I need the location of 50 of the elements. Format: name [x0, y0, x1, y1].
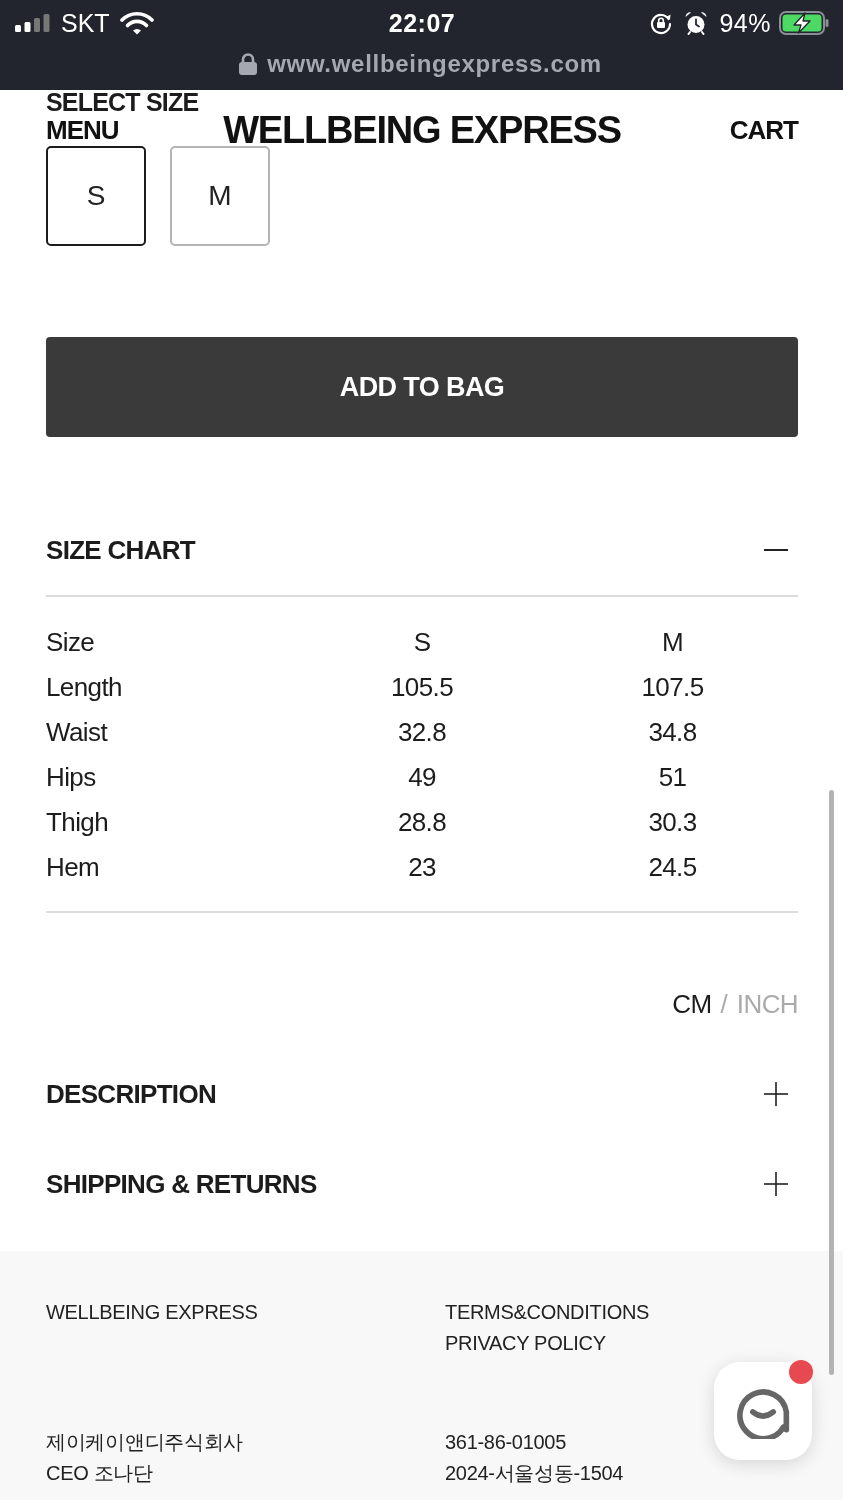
table-cell: 34.8 — [648, 715, 697, 748]
menu-button[interactable]: MENU — [46, 116, 119, 144]
footer-link[interactable]: TERMS&CONDITIONS — [445, 1297, 650, 1328]
unit-option[interactable]: CM — [672, 988, 712, 1020]
table-cell: 107.5 — [641, 670, 704, 703]
carrier-name: SKT — [61, 8, 110, 38]
chat-button[interactable] — [714, 1362, 812, 1460]
wifi-icon — [119, 11, 154, 35]
signal-icon — [15, 14, 51, 32]
table-cell: 32.8 — [397, 715, 447, 748]
table-cell: 105.5 — [390, 670, 454, 703]
size-option[interactable]: S — [46, 146, 146, 246]
footer-info-text: 2024-서울성동-1504 — [445, 1461, 624, 1486]
plus-icon[interactable] — [764, 1172, 788, 1196]
footer-link[interactable]: PRIVACY POLICY — [445, 1328, 606, 1359]
lock-icon — [239, 53, 258, 75]
rotation-lock-icon — [649, 11, 674, 35]
table-cell: Thigh — [46, 805, 109, 838]
table-cell: Waist — [46, 715, 108, 748]
table-cell: 30.3 — [648, 805, 697, 838]
table-cell: M — [661, 625, 684, 658]
footer-info-text: CEO 조나단 — [46, 1461, 153, 1486]
size-option[interactable]: M — [170, 146, 270, 246]
select-size-label: SELECT SIZE — [46, 90, 199, 114]
section-title[interactable]: SIZE CHART — [46, 534, 195, 566]
footer-company-name: WELLBEING EXPRESS — [46, 1300, 258, 1325]
battery-charging-icon — [779, 11, 829, 35]
table-cell: S — [413, 625, 431, 658]
table-cell: 24.5 — [648, 850, 697, 883]
alarm-clock-icon — [684, 11, 709, 35]
table-cell: 23 — [408, 850, 436, 883]
url-text[interactable]: www.wellbeingexpress.com — [267, 49, 602, 79]
unit-separator: / — [720, 988, 728, 1020]
add-to-bag-button[interactable]: ADD TO BAG — [46, 337, 798, 437]
section-title[interactable]: DESCRIPTION — [46, 1078, 216, 1110]
cart-button[interactable]: CART — [729, 116, 798, 144]
table-cell: 49 — [408, 760, 436, 793]
table-cell: 51 — [658, 760, 687, 793]
section-title[interactable]: SHIPPING & RETURNS — [46, 1168, 317, 1200]
table-cell: Length — [46, 670, 122, 703]
clock-time: 22:07 — [388, 8, 456, 38]
table-cell: Hips — [46, 760, 96, 793]
table-cell: 28.8 — [397, 805, 447, 838]
footer-info-text: 제이케이앤디주식회사 — [46, 1430, 243, 1455]
footer-info-text: 361-86-01005 — [445, 1430, 566, 1455]
battery-percentage: 94% — [719, 8, 771, 38]
site-logo[interactable]: WELLBEING EXPRESS — [223, 115, 621, 145]
table-cell: Hem — [46, 850, 100, 883]
table-cell: Size — [46, 625, 95, 658]
plus-icon[interactable] — [764, 1082, 788, 1106]
